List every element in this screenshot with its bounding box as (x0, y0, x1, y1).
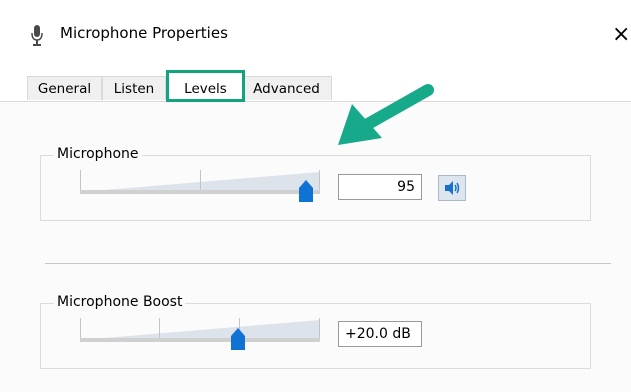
slider-tick (159, 318, 160, 338)
microphone-boost-slider-rail (80, 338, 320, 342)
slider-tick (319, 170, 320, 190)
tab-general[interactable]: General (27, 76, 102, 100)
microphone-boost-value[interactable]: +20.0 dB (338, 321, 422, 347)
speaker-icon (445, 181, 460, 195)
annotation-arrow-icon (338, 84, 434, 145)
microphone-slider-rail (80, 190, 320, 194)
slider-tick (200, 170, 201, 190)
slider-tick (80, 318, 81, 338)
tab-advanced[interactable]: Advanced (241, 76, 332, 100)
window-title: Microphone Properties (60, 24, 228, 42)
microphone-slider-thumb[interactable] (299, 180, 313, 202)
microphone-group-label: Microphone (54, 146, 142, 162)
mute-button[interactable] (438, 175, 466, 201)
microphone-boost-group-label: Microphone Boost (54, 294, 186, 310)
slider-tick (319, 318, 320, 338)
microphone-boost-slider-thumb[interactable] (231, 328, 245, 350)
separator-line (45, 263, 611, 264)
microphone-icon (31, 25, 43, 46)
title-bar: Microphone Properties × (0, 0, 631, 70)
slider-tick (80, 170, 81, 190)
tab-levels[interactable]: Levels (166, 70, 245, 102)
close-button[interactable]: × (612, 18, 631, 52)
tab-strip: General Listen Advanced Levels (0, 70, 631, 102)
microphone-level-value[interactable]: 95 (338, 174, 422, 200)
tab-listen[interactable]: Listen (102, 76, 166, 100)
